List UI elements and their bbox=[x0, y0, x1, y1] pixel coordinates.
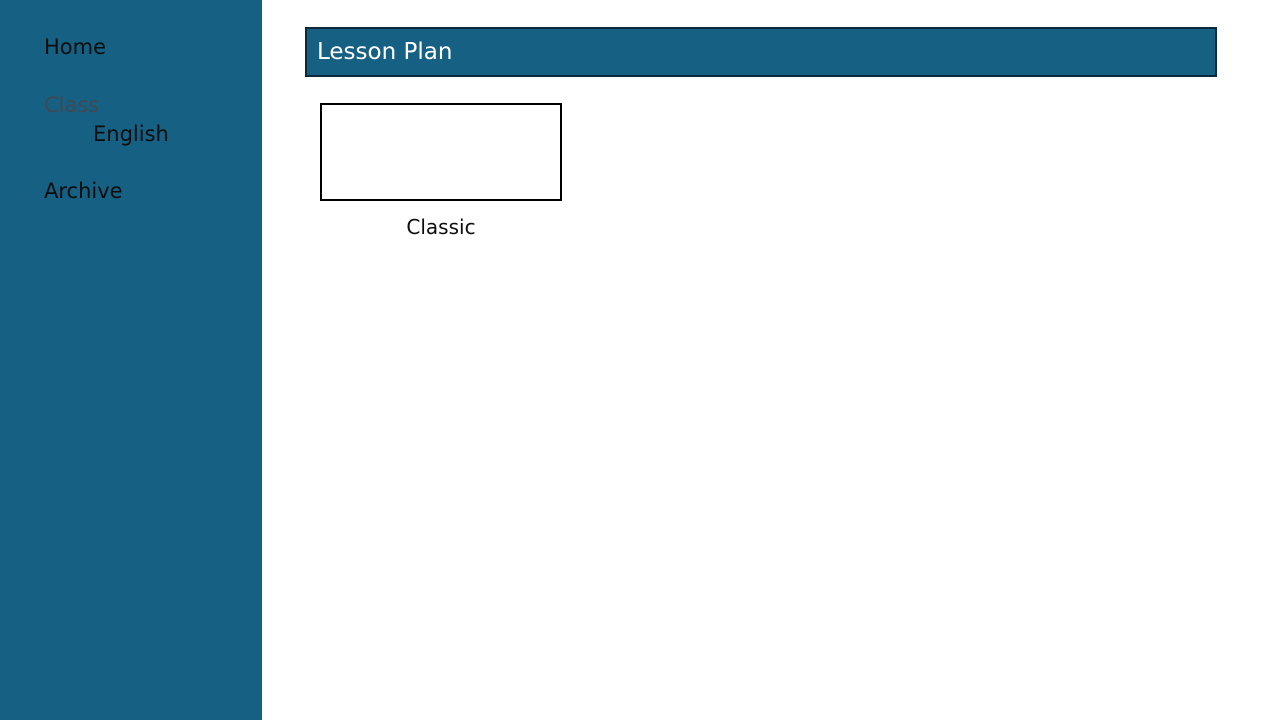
page-header: Lesson Plan bbox=[305, 27, 1217, 77]
main-content: Lesson Plan Classic bbox=[262, 0, 1280, 720]
sidebar: Home Class English Archive bbox=[0, 0, 262, 720]
sidebar-subitem-english[interactable]: English bbox=[93, 121, 169, 147]
page-title: Lesson Plan bbox=[317, 39, 453, 65]
template-card-label: Classic bbox=[406, 215, 476, 239]
sidebar-item-class[interactable]: Class bbox=[44, 92, 99, 118]
template-card-classic[interactable] bbox=[320, 103, 562, 201]
sidebar-item-home[interactable]: Home bbox=[44, 34, 106, 60]
sidebar-item-archive[interactable]: Archive bbox=[44, 178, 123, 204]
